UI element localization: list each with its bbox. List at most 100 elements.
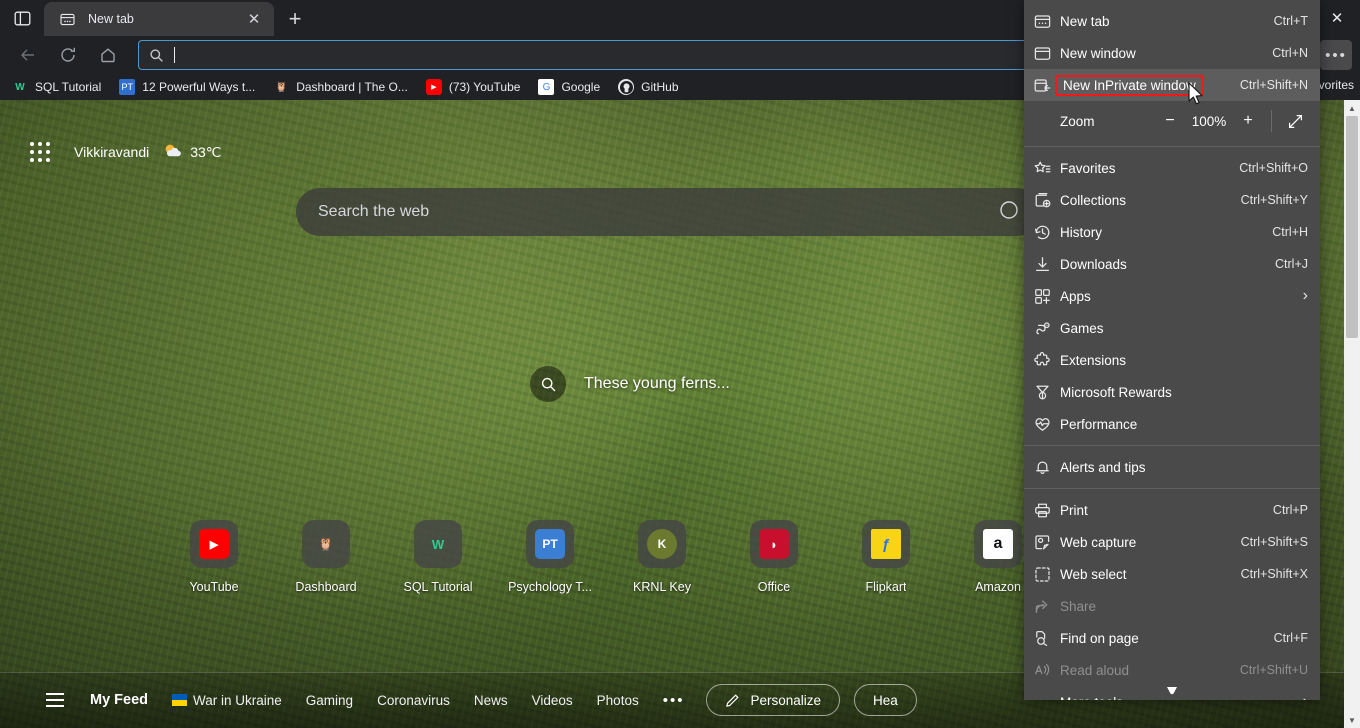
refresh-icon[interactable] <box>53 40 83 70</box>
bookmark-item[interactable]: ▶(73) YouTube <box>426 79 521 95</box>
microphone-icon[interactable] <box>999 200 1019 225</box>
secondary-pill-button[interactable]: Hea <box>854 684 917 716</box>
downloads-arrow-icon <box>1034 256 1060 273</box>
zoom-in-button[interactable]: + <box>1233 107 1263 135</box>
tile-badge: ƒ <box>871 529 901 559</box>
quick-link-tile[interactable]: ▶ YouTube <box>158 520 270 594</box>
menu-item-label: Web capture <box>1060 535 1241 550</box>
bookmark-item[interactable]: GitHub <box>618 79 678 95</box>
fullscreen-icon[interactable] <box>1280 113 1310 130</box>
bookmark-item[interactable]: PT12 Powerful Ways t... <box>119 79 255 95</box>
tile-badge: ▶ <box>199 529 229 559</box>
news-category-item[interactable]: Photos <box>597 693 639 708</box>
new-tab-button[interactable]: + <box>278 2 312 36</box>
partly-cloudy-icon <box>163 143 183 162</box>
apps-grid-icon <box>1034 288 1060 305</box>
menu-item-new-tab[interactable]: New tabCtrl+T <box>1024 5 1320 37</box>
tile-label: Dashboard <box>295 580 356 594</box>
tile-label: Office <box>758 580 790 594</box>
menu-item-alerts-and-tips[interactable]: Alerts and tips <box>1024 451 1320 483</box>
tab-search-icon[interactable] <box>0 0 44 36</box>
menu-item-find-on-page[interactable]: Find on pageCtrl+F <box>1024 622 1320 654</box>
menu-item-label: Apps <box>1060 289 1303 304</box>
hamburger-icon[interactable] <box>46 693 64 707</box>
bookmark-item[interactable]: 🦉Dashboard | The O... <box>273 79 408 95</box>
personalize-button[interactable]: Personalize <box>706 684 840 716</box>
search-the-web-box[interactable]: Search the web <box>296 188 1041 236</box>
close-tab-icon[interactable]: ✕ <box>242 7 266 31</box>
news-overflow-button[interactable]: ••• <box>663 692 685 709</box>
menu-item-downloads[interactable]: DownloadsCtrl+J <box>1024 248 1320 280</box>
flipkart-icon: ƒ <box>862 520 910 568</box>
menu-item-label: Collections <box>1060 193 1241 208</box>
my-feed-title[interactable]: My Feed <box>90 692 148 708</box>
tab-title: New tab <box>88 12 242 26</box>
scroll-down-arrow[interactable]: ▼ <box>1344 712 1360 728</box>
tile-label: Psychology T... <box>508 580 592 594</box>
odin-icon: 🦉 <box>302 520 350 568</box>
performance-heartbeat-icon <box>1034 416 1060 433</box>
menu-item-new-inprivate-window[interactable]: New InPrivate windowCtrl+Shift+N <box>1024 69 1320 101</box>
settings-and-more-menu: New tabCtrl+TNew windowCtrl+NNew InPriva… <box>1024 0 1320 700</box>
menu-separator <box>1024 445 1320 446</box>
menu-item-web-capture[interactable]: Web captureCtrl+Shift+S <box>1024 526 1320 558</box>
menu-item-collections[interactable]: CollectionsCtrl+Shift+Y <box>1024 184 1320 216</box>
news-category-item[interactable]: Videos <box>532 693 573 708</box>
close-window-icon[interactable]: ✕ <box>1314 0 1360 36</box>
app-grid-icon[interactable] <box>30 142 50 162</box>
home-icon[interactable] <box>93 40 123 70</box>
search-icon <box>149 48 164 63</box>
bookmark-label: Dashboard | The O... <box>296 80 408 94</box>
bookmark-item[interactable]: GGoogle <box>538 79 600 95</box>
menu-item-shortcut: Ctrl+Shift+Y <box>1241 193 1308 207</box>
collections-icon <box>1034 192 1060 209</box>
bookmark-label: (73) YouTube <box>449 80 521 94</box>
menu-item-shortcut: Ctrl+Shift+S <box>1241 535 1308 549</box>
zoom-out-button[interactable]: − <box>1155 107 1185 135</box>
quick-link-tile[interactable]: 🦉 Dashboard <box>270 520 382 594</box>
tile-label: Flipkart <box>866 580 907 594</box>
tile-label: YouTube <box>189 580 238 594</box>
menu-item-shortcut: Ctrl+Shift+U <box>1240 663 1308 677</box>
back-icon[interactable] <box>13 40 43 70</box>
bell-icon <box>1034 459 1060 476</box>
menu-item-games[interactable]: Games <box>1024 312 1320 344</box>
news-category-item[interactable]: Gaming <box>306 693 353 708</box>
menu-item-microsoft-rewards[interactable]: Microsoft Rewards <box>1024 376 1320 408</box>
menu-item-favorites[interactable]: FavoritesCtrl+Shift+O <box>1024 152 1320 184</box>
browser-tab[interactable]: New tab ✕ <box>44 2 274 36</box>
bookmark-label: Google <box>561 80 600 94</box>
settings-and-more-icon[interactable]: ••• <box>1320 40 1352 70</box>
news-category-item[interactable]: War in Ukraine <box>172 693 282 708</box>
quick-link-tile[interactable]: PTPsychology T... <box>494 520 606 594</box>
quick-link-tile[interactable]: ƒ Flipkart <box>830 520 942 594</box>
menu-item-print[interactable]: PrintCtrl+P <box>1024 494 1320 526</box>
scrollbar-thumb[interactable] <box>1346 116 1358 338</box>
youtube-icon: ▶ <box>190 520 238 568</box>
page-scrollbar[interactable]: ▲ ▼ <box>1344 100 1360 728</box>
quick-link-tile[interactable]: KKRNL Key <box>606 520 718 594</box>
menu-item-shortcut: Ctrl+F <box>1274 631 1308 645</box>
scroll-up-arrow[interactable]: ▲ <box>1344 100 1360 116</box>
menu-item-performance[interactable]: Performance <box>1024 408 1320 440</box>
quick-link-tile[interactable]: ◗Office <box>718 520 830 594</box>
bookmark-item[interactable]: WSQL Tutorial <box>12 79 101 95</box>
menu-item-history[interactable]: HistoryCtrl+H <box>1024 216 1320 248</box>
psychology-today-icon: PT <box>119 79 135 95</box>
menu-item-apps[interactable]: Apps› <box>1024 280 1320 312</box>
tile-badge: a <box>983 529 1013 559</box>
news-category-item[interactable]: News <box>474 693 508 708</box>
menu-item-extensions[interactable]: Extensions <box>1024 344 1320 376</box>
quick-link-tile[interactable]: WSQL Tutorial <box>382 520 494 594</box>
scroll-down-chevron-icon[interactable] <box>1024 686 1320 695</box>
menu-item-read-aloud: Read aloudCtrl+Shift+U <box>1024 654 1320 686</box>
background-image-caption[interactable]: These young ferns... <box>530 366 730 402</box>
menu-item-label: Print <box>1060 503 1273 518</box>
menu-item-web-select[interactable]: Web selectCtrl+Shift+X <box>1024 558 1320 590</box>
search-placeholder: Search the web <box>318 203 999 221</box>
image-search-icon[interactable] <box>530 366 566 402</box>
menu-item-label: Web select <box>1060 567 1241 582</box>
menu-item-new-window[interactable]: New windowCtrl+N <box>1024 37 1320 69</box>
menu-item-label: New window <box>1060 46 1272 61</box>
news-category-item[interactable]: Coronavirus <box>377 693 450 708</box>
